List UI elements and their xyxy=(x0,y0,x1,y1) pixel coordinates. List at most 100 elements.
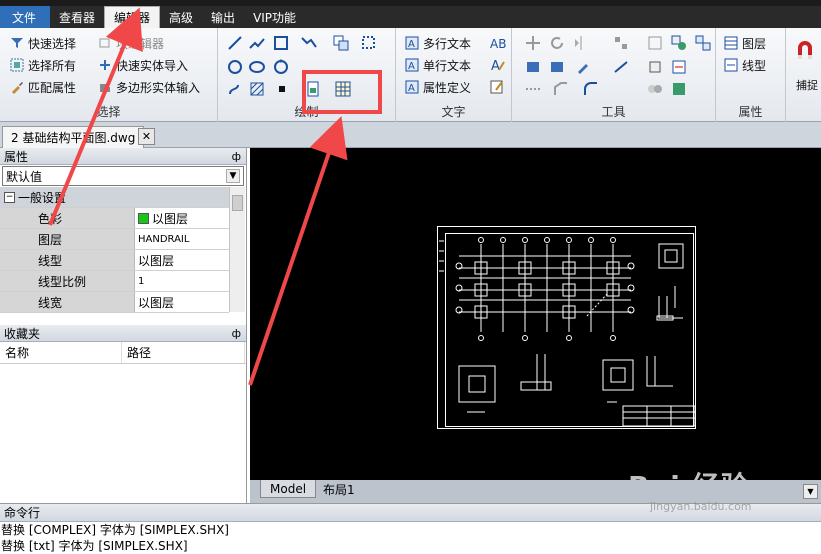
prop-row[interactable]: 线型比例 1 xyxy=(0,271,229,292)
break-icon[interactable] xyxy=(670,80,688,98)
pin-icon[interactable]: ф xyxy=(232,150,246,163)
select-all-label: 选择所有 xyxy=(28,58,77,73)
watermark-url: jingyan.baidu.com xyxy=(650,500,752,513)
block-editor-button[interactable]: 块编辑器 xyxy=(98,34,164,52)
polygon-icon xyxy=(98,80,112,94)
svg-text:A: A xyxy=(491,59,500,74)
prop-key: 线型比例 xyxy=(0,271,135,291)
tab-layout1[interactable]: 布局1 xyxy=(314,480,364,498)
layer-icon xyxy=(724,36,738,50)
polyline-tool-icon[interactable] xyxy=(248,34,266,52)
linetype-icon xyxy=(724,58,738,72)
menu-vip[interactable]: VIP功能 xyxy=(244,6,305,28)
column-path[interactable]: 路径 xyxy=(122,342,245,363)
rectangle-tool-icon[interactable] xyxy=(272,34,290,52)
select-group: 快速选择 选择所有 匹配属性 块编辑器 快速实体导入 多边形实体输入 选择 xyxy=(0,28,218,122)
capture-label[interactable]: 捕捉 xyxy=(796,76,818,94)
menu-viewer[interactable]: 查看器 xyxy=(50,6,104,28)
circle-tool-icon[interactable] xyxy=(226,58,244,76)
text-note-icon[interactable] xyxy=(488,78,506,96)
match-props-label: 匹配属性 xyxy=(28,80,77,95)
arc-tool-icon[interactable] xyxy=(272,58,290,76)
close-icon[interactable]: ✕ xyxy=(138,128,155,145)
join-icon[interactable] xyxy=(646,80,664,98)
copy-tool-icon[interactable] xyxy=(332,34,350,52)
mirror-icon[interactable] xyxy=(572,34,590,52)
attdef-button[interactable]: A 属性定义 xyxy=(405,78,471,96)
ellipse-tool-icon[interactable] xyxy=(248,58,266,76)
quick-select-label: 快速选择 xyxy=(28,36,77,51)
menu-advanced[interactable]: 高级 xyxy=(160,6,202,28)
block-icon xyxy=(98,36,112,50)
explode-icon[interactable] xyxy=(670,34,688,52)
filter-icon xyxy=(10,36,24,50)
selector-value: 默认值 xyxy=(6,169,43,184)
group-icon[interactable] xyxy=(694,34,712,52)
prop-value: HANDRAIL xyxy=(135,229,229,249)
prop-row[interactable]: 线宽 以图层 xyxy=(0,292,229,313)
extend-icon[interactable] xyxy=(548,58,566,76)
prop-row[interactable]: 线型 以图层 xyxy=(0,250,229,271)
text-style-icon[interactable]: AB xyxy=(488,34,506,52)
hatch-tool-icon[interactable] xyxy=(248,80,266,98)
polyline-menu-icon[interactable] xyxy=(300,34,318,52)
poly-input-button[interactable]: 多边形实体输入 xyxy=(98,78,200,96)
prop-value: 以图层 xyxy=(135,250,229,270)
prop-value: 以图层 xyxy=(135,292,229,312)
scale-icon[interactable] xyxy=(646,58,664,76)
prop-row[interactable]: 图层 HANDRAIL xyxy=(0,229,229,250)
menu-editor[interactable]: 编辑器 xyxy=(104,6,161,28)
tab-model[interactable]: Model xyxy=(260,480,317,498)
svg-text:A: A xyxy=(408,39,415,50)
chevron-down-icon[interactable]: ▼ xyxy=(803,484,818,499)
point-tool-icon[interactable] xyxy=(278,82,286,92)
favorites-panel: 收藏夹 ф 名称 路径 xyxy=(0,325,247,503)
properties-selector[interactable]: 默认值 ▼ xyxy=(2,166,244,186)
spline-tool-icon[interactable] xyxy=(226,80,244,98)
match-props-button[interactable]: 匹配属性 xyxy=(10,78,76,96)
select-all-button[interactable]: 选择所有 xyxy=(10,56,76,74)
measure-icon[interactable] xyxy=(524,80,542,98)
layer-label: 图层 xyxy=(742,36,767,51)
mtext-button[interactable]: A 多行文本 xyxy=(405,34,471,52)
move-icon[interactable] xyxy=(524,34,542,52)
line-tool-icon[interactable] xyxy=(226,34,244,52)
menu-file[interactable]: 文件 xyxy=(0,6,50,28)
magnet-icon[interactable] xyxy=(794,38,816,62)
doc-tab-name: 2 基础结构平面图.dwg xyxy=(11,131,136,145)
prop-row[interactable]: 色彩 以图层 xyxy=(0,208,229,229)
cad-drawing xyxy=(437,226,696,429)
offset-icon[interactable] xyxy=(646,34,664,52)
linetype-label: 线型 xyxy=(742,58,767,73)
select-frame-icon[interactable] xyxy=(360,34,378,52)
text-edit-icon[interactable]: A xyxy=(488,56,506,74)
collapse-icon[interactable]: − xyxy=(4,191,15,203)
prop-key: 图层 xyxy=(0,229,135,249)
section-general[interactable]: − 一般设置 xyxy=(0,187,229,208)
command-line: 替换 [txt] 字体为 [SIMPLEX.SHX] xyxy=(1,539,188,553)
linetype-button[interactable]: 线型 xyxy=(724,56,766,74)
drawing-canvas[interactable]: Bai 经验 xyxy=(250,148,821,503)
text-button[interactable]: A 单行文本 xyxy=(405,56,471,74)
fillet-icon[interactable] xyxy=(582,80,600,98)
rotate-icon[interactable] xyxy=(548,34,566,52)
pin-icon[interactable]: ф xyxy=(232,327,246,340)
properties-scrollbar[interactable] xyxy=(229,187,245,312)
solid-import-button[interactable]: 快速实体导入 xyxy=(98,56,188,74)
menu-output[interactable]: 输出 xyxy=(202,6,244,28)
array-icon[interactable] xyxy=(612,34,630,52)
layer-button[interactable]: 图层 xyxy=(724,34,766,52)
properties-panel: 属性 ф 默认值 ▼ − 一般设置 色彩 以图层 图层 HANDRAIL 线型 以… xyxy=(0,148,247,325)
select-all-icon xyxy=(10,58,24,72)
paint-icon[interactable] xyxy=(574,58,592,76)
quick-select-button[interactable]: 快速选择 xyxy=(10,34,76,52)
trim-icon[interactable] xyxy=(524,58,542,76)
doc-tab[interactable]: 2 基础结构平面图.dwg xyxy=(2,126,145,148)
erase-icon[interactable] xyxy=(670,58,688,76)
column-name[interactable]: 名称 xyxy=(0,342,122,363)
scroll-thumb[interactable] xyxy=(232,195,243,211)
brush-icon xyxy=(10,80,24,94)
ribbon: 快速选择 选择所有 匹配属性 块编辑器 快速实体导入 多边形实体输入 选择 绘制… xyxy=(0,28,821,122)
stretch-icon[interactable] xyxy=(612,58,630,76)
chamfer-icon[interactable] xyxy=(552,80,570,98)
